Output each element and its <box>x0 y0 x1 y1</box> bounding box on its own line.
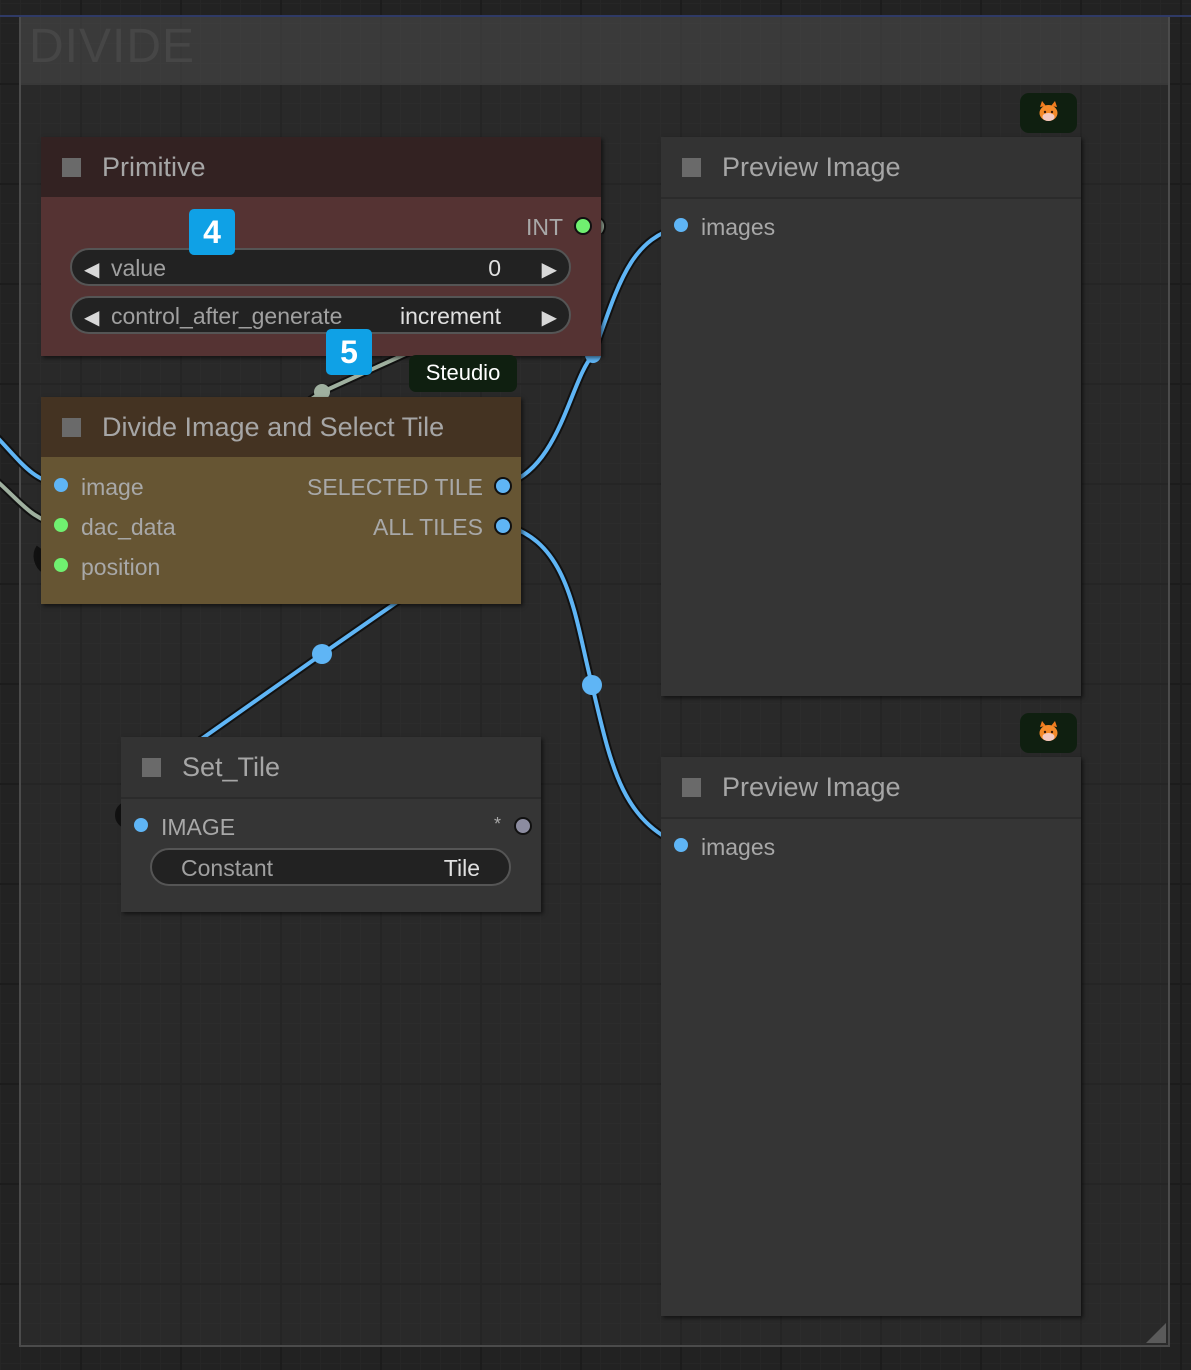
widget-value-text: Tile <box>443 855 480 881</box>
fox-icon <box>1039 721 1058 741</box>
output-label-int: INT <box>525 214 563 240</box>
input-slot-images[interactable] <box>674 838 688 852</box>
input-label: image <box>81 474 144 500</box>
output-slot-all-tiles[interactable] <box>494 517 512 535</box>
node-header[interactable]: Divide Image and Select Tile <box>41 397 521 457</box>
input-label: IMAGE <box>161 814 236 840</box>
input-slot-image[interactable] <box>134 818 148 832</box>
input-slot-position[interactable] <box>54 558 68 572</box>
fox-icon <box>1039 101 1058 121</box>
node-header[interactable]: Set_Tile <box>121 737 541 799</box>
collapse-toggle-icon[interactable] <box>62 158 81 177</box>
widget-value[interactable]: ◀ value 0 ▶ <box>70 248 571 286</box>
input-label: dac_data <box>81 514 176 540</box>
node-header[interactable]: Primitive <box>41 137 601 197</box>
collapse-toggle-icon[interactable] <box>682 158 701 177</box>
node-header[interactable]: Preview Image <box>661 137 1081 199</box>
output-slot-selected-tile[interactable] <box>494 477 512 495</box>
node-title: Divide Image and Select Tile <box>102 412 445 442</box>
node-number-badge: 5 <box>326 329 372 375</box>
widget-control-after-generate[interactable]: ◀ control_after_generate increment ▶ <box>70 296 571 334</box>
increment-arrow-icon[interactable]: ▶ <box>542 305 557 330</box>
decrement-arrow-icon[interactable]: ◀ <box>84 305 99 330</box>
input-slot-dac-data[interactable] <box>54 518 68 532</box>
collapse-toggle-icon[interactable] <box>62 418 81 437</box>
node-preview-image-1[interactable]: Preview Image images <box>661 137 1081 696</box>
node-header[interactable]: Preview Image <box>661 757 1081 819</box>
node-preview-image-2[interactable]: Preview Image images <box>661 757 1081 1316</box>
widget-value-text: 0 <box>488 255 501 281</box>
node-divide-image-select-tile[interactable]: Divide Image and Select Tile image dac_d… <box>41 397 521 604</box>
output-slot-any[interactable] <box>514 817 532 835</box>
group-title-bar[interactable]: DIVIDE <box>21 17 1168 85</box>
widget-label: control_after_generate <box>111 303 343 329</box>
widget-label: value <box>111 255 166 281</box>
studio-label: Steudio <box>409 355 517 392</box>
collapse-toggle-icon[interactable] <box>682 778 701 797</box>
input-slot-image[interactable] <box>54 478 68 492</box>
input-label: position <box>81 554 161 580</box>
node-number-badge: 4 <box>189 209 235 255</box>
node-badge <box>1020 93 1077 133</box>
decrement-arrow-icon[interactable]: ◀ <box>84 257 99 282</box>
node-badge <box>1020 713 1077 753</box>
input-label: images <box>701 834 776 860</box>
widget-constant[interactable]: Constant Tile <box>150 848 511 886</box>
node-title: Primitive <box>102 152 206 182</box>
node-primitive[interactable]: Primitive INT ◀ value 0 ▶ ◀ control_afte… <box>41 137 601 356</box>
increment-arrow-icon[interactable]: ▶ <box>542 257 557 282</box>
node-set-tile[interactable]: Set_Tile IMAGE * Constant Tile <box>121 737 541 912</box>
node-title: Preview Image <box>722 772 901 802</box>
group-resize-handle[interactable] <box>1146 1323 1166 1343</box>
node-title: Set_Tile <box>182 752 281 782</box>
output-label: SELECTED TILE <box>307 474 483 500</box>
node-title: Preview Image <box>722 152 901 182</box>
collapse-toggle-icon[interactable] <box>142 758 161 777</box>
group-title: DIVIDE <box>29 20 196 73</box>
widget-label: Constant <box>181 855 274 881</box>
output-label: * <box>493 814 501 834</box>
input-label: images <box>701 214 776 240</box>
output-slot-int[interactable] <box>574 217 592 235</box>
input-slot-images[interactable] <box>674 218 688 232</box>
output-label: ALL TILES <box>373 514 483 540</box>
widget-value-text: increment <box>400 303 501 329</box>
